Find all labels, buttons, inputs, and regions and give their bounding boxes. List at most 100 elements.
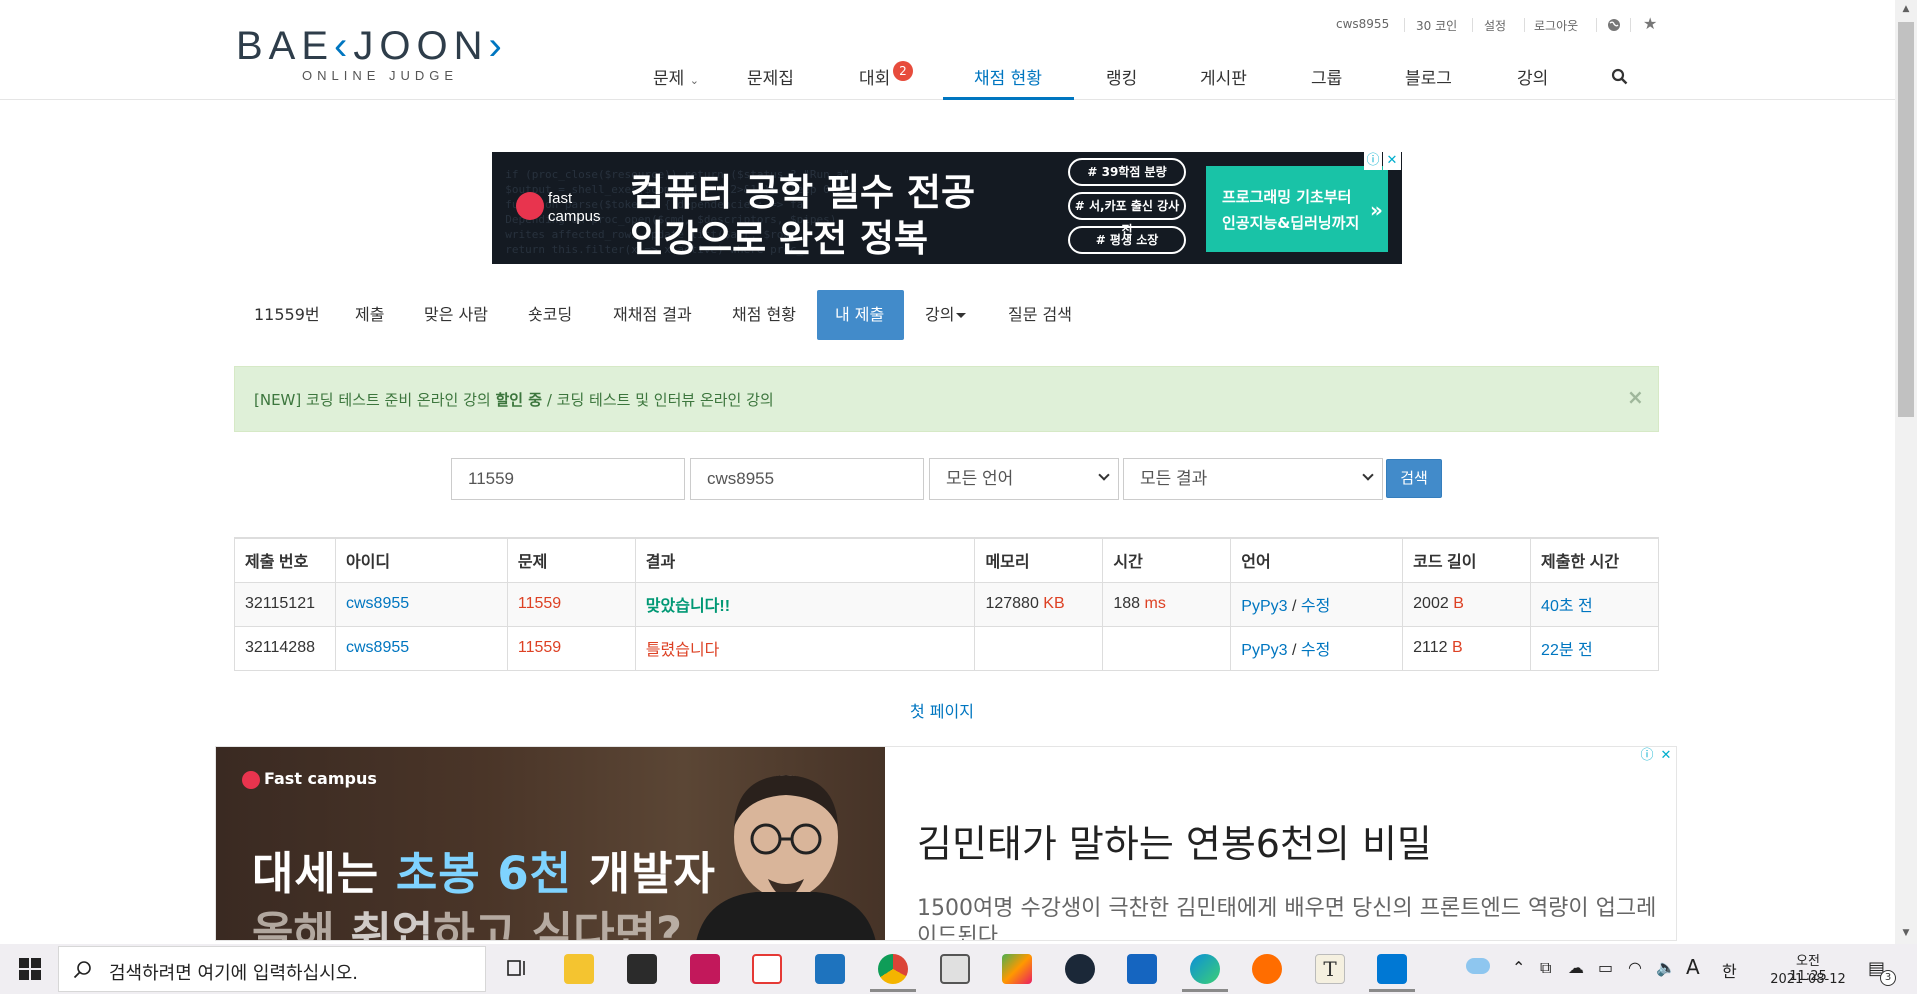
tab-rejudge-results[interactable]: 재채점 결과 xyxy=(595,290,710,340)
submissions-table: 제출 번호 아이디 문제 결과 메모리 시간 언어 코드 길이 제출한 시간 3… xyxy=(234,537,1659,671)
notice-prefix: [NEW] 코딩 테스트 준비 온라인 강의 xyxy=(254,391,496,409)
battery-icon[interactable]: ▭ xyxy=(1598,958,1613,977)
task-view-icon[interactable] xyxy=(506,957,528,979)
edit-link[interactable]: 수정 xyxy=(1301,642,1330,659)
sync-app-icon[interactable] xyxy=(752,954,782,984)
vscode-icon[interactable] xyxy=(1377,954,1407,984)
nav-groups[interactable]: 그룹 xyxy=(1311,64,1342,89)
mail-icon[interactable] xyxy=(815,954,845,984)
store-icon[interactable] xyxy=(627,954,657,984)
ad-close-icon[interactable]: ✕ xyxy=(1383,152,1401,170)
nav-lectures[interactable]: 강의 xyxy=(1517,64,1548,89)
tab-question-search[interactable]: 질문 검색 xyxy=(990,290,1090,340)
user-link[interactable]: cws8955 xyxy=(346,595,409,612)
nav-workbooks[interactable]: 문제집 xyxy=(747,64,794,89)
result-accepted: 맞았습니다!! xyxy=(645,598,731,615)
search-button[interactable]: 검색 xyxy=(1386,459,1442,498)
app-red-icon[interactable] xyxy=(690,954,720,984)
scroll-down-arrow-icon[interactable]: ▼ xyxy=(1899,928,1913,942)
site-logo[interactable]: BAE‹JOON› xyxy=(236,24,508,69)
nav-board[interactable]: 게시판 xyxy=(1200,64,1247,89)
ad-image: Fast campus 대세는 초봉 6천 개발자 올해 취업하고 싶다면? xyxy=(216,747,885,940)
problem-id-input[interactable]: 11559 xyxy=(451,458,685,500)
onedrive-icon[interactable]: ☁ xyxy=(1568,958,1584,977)
tab-status[interactable]: 채점 현황 xyxy=(714,290,814,340)
ad-title[interactable]: 김민태가 말하는 연봉6천의 비밀 xyxy=(917,813,1432,868)
taskbar-search-box[interactable]: 검색하려면 여기에 입력하십시오. xyxy=(58,946,486,992)
result-select-value: 모든 결과 xyxy=(1140,469,1208,488)
language-select[interactable]: 모든 언어 xyxy=(929,458,1119,500)
first-page-link[interactable]: 첫 페이지 xyxy=(910,698,974,722)
top-link-separator xyxy=(1596,18,1597,32)
nav-label: 문제 xyxy=(653,69,685,89)
top-link-coins[interactable]: 30 코인 xyxy=(1416,17,1457,34)
ad-banner-bottom[interactable]: Fast campus 대세는 초봉 6천 개발자 올해 취업하고 싶다면? 김… xyxy=(215,746,1677,941)
star-icon[interactable]: ★ xyxy=(1643,14,1657,33)
book-reader-icon[interactable] xyxy=(1127,954,1157,984)
chevron-up-icon[interactable]: ⌃ xyxy=(1512,958,1525,977)
ad-banner-top[interactable]: if (proc_close($resource)) return ($stat… xyxy=(492,152,1402,264)
typora-icon[interactable]: T xyxy=(1315,954,1345,984)
wifi-icon[interactable]: ◠ xyxy=(1628,958,1642,977)
top-link-settings[interactable]: 설정 xyxy=(1484,17,1506,34)
taskbar-clock-date[interactable]: 2021-08-12 xyxy=(1766,972,1850,987)
cloud-weather-icon[interactable] xyxy=(1466,958,1490,974)
nav-problems[interactable]: 문제 ⌄ xyxy=(653,64,699,89)
user-id-input[interactable]: cws8955 xyxy=(690,458,924,500)
volume-icon[interactable]: 🔈 xyxy=(1656,958,1676,977)
file-explorer-icon[interactable] xyxy=(564,954,594,984)
windows-start-icon[interactable] xyxy=(18,957,42,981)
tab-my-submissions[interactable]: 내 제출 xyxy=(817,290,904,340)
submitted-time-link[interactable]: 22분 전 xyxy=(1541,642,1593,659)
tab-submit[interactable]: 제출 xyxy=(337,290,402,340)
steam-icon[interactable] xyxy=(1065,954,1095,984)
nav-status[interactable]: 채점 현황 xyxy=(974,64,1042,89)
ime-mode-indicator[interactable]: A xyxy=(1686,955,1700,979)
ad-info-icon[interactable]: ⓘ xyxy=(1638,747,1656,765)
chevron-down-icon: ⌄ xyxy=(689,74,699,87)
search-icon[interactable] xyxy=(1611,68,1628,85)
tray-app-icon[interactable]: ⧉ xyxy=(1540,958,1551,978)
chevron-down-icon xyxy=(1098,469,1110,481)
ad-tag: # 평생 소장 xyxy=(1068,226,1186,254)
nav-ranking[interactable]: 랭킹 xyxy=(1106,64,1137,89)
language-link[interactable]: PyPy3 xyxy=(1241,642,1287,659)
tab-short-coding[interactable]: 숏코딩 xyxy=(510,290,590,340)
submitted-time-link[interactable]: 40초 전 xyxy=(1541,598,1593,615)
language-select-value: 모든 언어 xyxy=(946,469,1014,488)
tab-lectures-dropdown[interactable]: 강의 xyxy=(907,290,984,340)
app-colorful-icon[interactable] xyxy=(1002,954,1032,984)
active-app-indicator xyxy=(1182,989,1228,992)
problem-link[interactable]: 11559 xyxy=(518,639,561,656)
ime-hangul-indicator[interactable]: 한 xyxy=(1722,958,1737,982)
table-row: 32114288 cws8955 11559 틀렸습니다 PyPy3 / 수정 … xyxy=(234,625,1659,671)
notice-text[interactable]: [NEW] 코딩 테스트 준비 온라인 강의 할인 중 / 코딩 테스트 및 인… xyxy=(254,389,774,410)
scrollbar-thumb[interactable] xyxy=(1898,22,1914,417)
capture-tool-icon[interactable] xyxy=(940,954,970,984)
problem-link[interactable]: 11559 xyxy=(518,595,561,612)
notice-separator: / xyxy=(542,391,557,409)
tab-correct-users[interactable]: 맞은 사람 xyxy=(406,290,506,340)
globe-icon[interactable] xyxy=(1607,18,1621,32)
nav-contests[interactable]: 대회 xyxy=(859,64,890,89)
memory-cell: 127880 KB xyxy=(974,581,1104,627)
top-link-logout[interactable]: 로그아웃 xyxy=(1534,17,1578,34)
column-header: 시간 xyxy=(1102,537,1232,583)
fastcampus-logo-text: fast campus xyxy=(548,190,601,225)
user-link[interactable]: cws8955 xyxy=(346,639,409,656)
ad-cta-box[interactable]: 프로그래밍 기초부터 인공지능&딥러닝까지 xyxy=(1206,166,1388,252)
chrome-icon[interactable] xyxy=(878,954,908,984)
ad-info-icon[interactable]: ⓘ xyxy=(1364,152,1382,170)
nav-blog[interactable]: 블로그 xyxy=(1405,64,1452,89)
language-link[interactable]: PyPy3 xyxy=(1241,598,1287,615)
edge-icon[interactable] xyxy=(1190,954,1220,984)
top-link-username[interactable]: cws8955 xyxy=(1336,17,1389,31)
scroll-up-arrow-icon[interactable]: ▲ xyxy=(1899,4,1913,18)
tab-problem-number[interactable]: 11559번 xyxy=(236,290,338,340)
result-select[interactable]: 모든 결과 xyxy=(1123,458,1383,500)
edit-link[interactable]: 수정 xyxy=(1301,598,1330,615)
app-orange-icon[interactable] xyxy=(1252,954,1282,984)
notification-count-badge: 3 xyxy=(1880,970,1896,986)
close-icon[interactable]: × xyxy=(1627,385,1644,409)
ad-close-icon[interactable]: ✕ xyxy=(1657,747,1675,765)
